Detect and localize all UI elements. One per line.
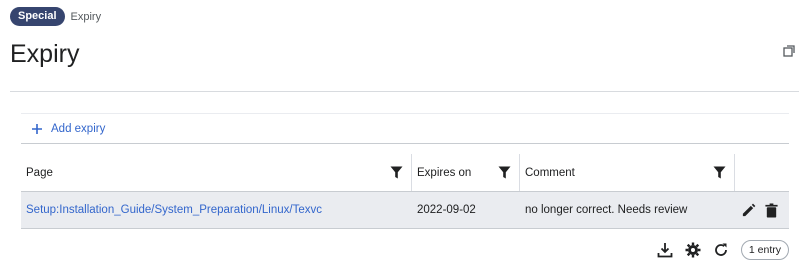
cell-page: Setup:Installation_Guide/System_Preparat… [21, 192, 412, 228]
table-footer: 1 entry [657, 240, 789, 260]
gear-icon[interactable] [685, 242, 701, 258]
filter-icon[interactable] [713, 166, 726, 179]
column-header-expires-on[interactable]: Expires on [412, 154, 520, 191]
cell-actions [735, 192, 789, 228]
entry-count-badge: 1 entry [740, 240, 789, 260]
page-link[interactable]: Setup:Installation_Guide/System_Preparat… [26, 204, 322, 216]
column-header-label: Comment [525, 166, 575, 179]
plus-icon [32, 123, 42, 134]
filter-icon[interactable] [498, 166, 511, 179]
pencil-icon[interactable] [741, 203, 756, 218]
column-header-page[interactable]: Page [21, 154, 412, 191]
expiry-table: Page Expires on Comment Setup:Installati… [21, 154, 789, 229]
column-header-label: Page [26, 166, 53, 179]
column-header-comment[interactable]: Comment [520, 154, 735, 191]
cell-comment: no longer correct. Needs review [525, 204, 688, 216]
table-row: Setup:Installation_Guide/System_Preparat… [21, 192, 789, 229]
breadcrumb-current: Expiry [70, 10, 102, 23]
trash-icon[interactable] [764, 202, 779, 218]
page-title: Expiry [10, 40, 80, 68]
download-icon[interactable] [657, 242, 673, 258]
filter-icon[interactable] [390, 166, 403, 179]
special-badge[interactable]: Special [10, 7, 65, 26]
table-header: Page Expires on Comment [21, 154, 789, 192]
column-header-label: Expires on [417, 166, 472, 179]
cell-expires-on: 2022-09-02 [417, 204, 476, 216]
expiry-panel: Add expiry Page Expires on Comment Setup… [21, 113, 789, 229]
breadcrumb: Special Expiry [10, 7, 101, 26]
column-header-actions [735, 154, 789, 191]
popout-icon[interactable] [783, 45, 795, 57]
header-divider [10, 91, 799, 92]
add-expiry-button[interactable]: Add expiry [21, 114, 789, 144]
reload-icon[interactable] [713, 242, 729, 258]
add-expiry-label: Add expiry [51, 122, 106, 135]
